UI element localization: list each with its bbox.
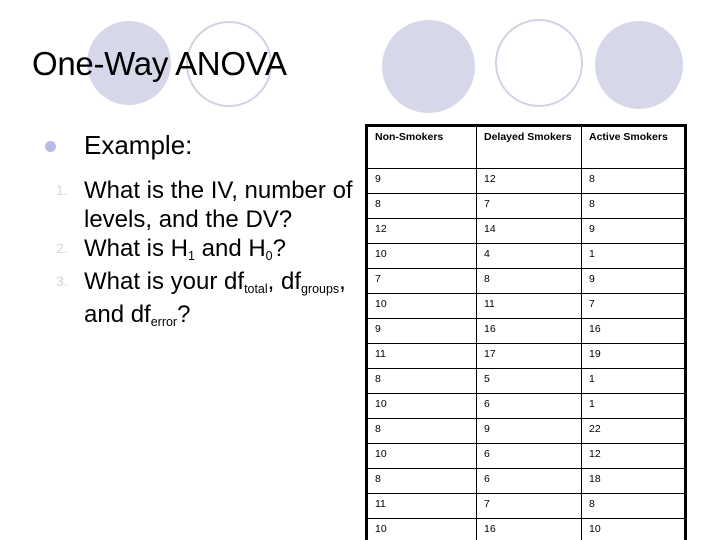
table-cell: 7 [476, 193, 582, 219]
table-row: 8 9 22 [366, 418, 686, 444]
table-cell: 7 [581, 293, 686, 319]
table-cell: 8 [366, 193, 477, 219]
table-row: 11 17 19 [366, 343, 686, 369]
bullet-item-example: Example: [34, 128, 354, 162]
table-cell: 10 [366, 518, 477, 540]
table-body: 9 12 8 8 7 8 12 14 9 10 4 1 7 8 9 10 11 7 9 16 16 11 17 19 8 5 1 10… [366, 168, 686, 540]
table-cell: 8 [581, 193, 686, 219]
text-run: and H [194, 235, 266, 262]
smoker-data-table: Non-Smokers Delayed Smokers Active Smoke… [365, 124, 687, 540]
bullet-dot-icon [45, 141, 56, 152]
table-cell: 6 [476, 393, 582, 419]
slide-canvas: One-Way ANOVA Example: 1. What is the IV,… [0, 0, 720, 540]
table-cell: 9 [581, 268, 686, 294]
table-row: 10 6 12 [366, 443, 686, 469]
table-cell: 1 [581, 393, 686, 419]
table-cell: 9 [476, 418, 582, 444]
table-cell: 9 [366, 168, 477, 194]
text-run: What is H [84, 235, 189, 262]
subscript: 1 [188, 248, 195, 263]
table-cell: 18 [581, 468, 686, 494]
question-list: 1. What is the IV, number of levels, and … [34, 176, 354, 333]
table-cell: 6 [476, 468, 582, 494]
question-number: 1. [56, 182, 68, 198]
table-cell: 7 [476, 493, 582, 519]
table-header-cell: Delayed Smokers [476, 125, 582, 169]
table-cell: 12 [476, 168, 582, 194]
table-cell: 12 [581, 443, 686, 469]
question-text: What is your dftotal, dfgroups, and dfer… [84, 268, 346, 329]
table-row: 851 [366, 368, 686, 394]
body-content: Example: 1. What is the IV, number of lev… [34, 128, 354, 333]
question-item: 2. What is H1 and H0? [34, 234, 354, 267]
table-cell: 8 [476, 268, 582, 294]
table-cell: 5 [476, 368, 582, 394]
table-row: 789 [366, 268, 686, 294]
question-item: 1. What is the IV, number of levels, and … [34, 176, 354, 234]
table-header-row: Non-Smokers Delayed Smokers Active Smoke… [366, 125, 686, 169]
table-cell: 8 [366, 468, 477, 494]
decorative-circle-outline-2 [495, 19, 583, 107]
table-cell: 16 [476, 518, 582, 540]
text-run: ? [272, 235, 286, 262]
slide-title: One-Way ANOVA [32, 45, 287, 82]
text-run: , df [267, 268, 301, 295]
table-row: 12 14 9 [366, 218, 686, 244]
table-cell: 11 [476, 293, 582, 319]
table-cell: 11 [366, 343, 477, 369]
table-cell: 10 [366, 243, 477, 269]
table-header-cell: Active Smokers [581, 125, 686, 169]
table-row: 9 12 8 [366, 168, 686, 194]
question-text: What is the IV, number of levels, and th… [84, 177, 353, 233]
bullet-item-label: Example: [84, 130, 193, 160]
decorative-circle-filled-3 [595, 21, 683, 109]
question-number: 2. [56, 240, 68, 256]
table-row: 8 6 18 [366, 468, 686, 494]
subscript: groups [301, 281, 340, 296]
table-row: 11 7 8 [366, 493, 686, 519]
text-run: What is your df [84, 268, 245, 295]
table-cell: 4 [476, 243, 582, 269]
table-cell: 8 [366, 418, 477, 444]
question-item: 3. What is your dftotal, dfgroups, and df… [34, 267, 354, 333]
table-cell: 10 [581, 518, 686, 540]
table-cell: 12 [366, 218, 477, 244]
table-cell: 19 [581, 343, 686, 369]
table-cell: 11 [366, 493, 477, 519]
table-cell: 1 [581, 243, 686, 269]
table-cell: 14 [476, 218, 582, 244]
table-cell: 6 [476, 443, 582, 469]
table-cell: 8 [581, 493, 686, 519]
question-text: What is H1 and H0? [84, 235, 286, 263]
table-row: 878 [366, 193, 686, 219]
table-cell: 7 [366, 268, 477, 294]
table-cell: 10 [366, 293, 477, 319]
text-run: What is the IV, number of levels, and th… [84, 177, 353, 233]
table-row: 10 4 1 [366, 243, 686, 269]
question-number: 3. [56, 273, 68, 289]
table-row: 10 16 10 [366, 518, 686, 540]
table-cell: 9 [581, 218, 686, 244]
table-header-cell: Non-Smokers [366, 125, 477, 169]
table-row: 10 11 7 [366, 293, 686, 319]
decorative-circle-filled-2 [382, 20, 475, 113]
table-cell: 10 [366, 443, 477, 469]
table-cell: 22 [581, 418, 686, 444]
text-run: ? [177, 301, 191, 328]
table-cell: 1 [581, 368, 686, 394]
table-cell: 16 [476, 318, 582, 344]
table-row: 9 16 16 [366, 318, 686, 344]
table-row: 10 6 1 [366, 393, 686, 419]
table-cell: 9 [366, 318, 477, 344]
table-cell: 16 [581, 318, 686, 344]
subscript: total [244, 281, 268, 296]
subscript: error [150, 314, 178, 329]
table-cell: 10 [366, 393, 477, 419]
subscript: 0 [265, 248, 273, 263]
table-cell: 8 [581, 168, 686, 194]
table-cell: 8 [366, 368, 477, 394]
table-cell: 17 [476, 343, 582, 369]
